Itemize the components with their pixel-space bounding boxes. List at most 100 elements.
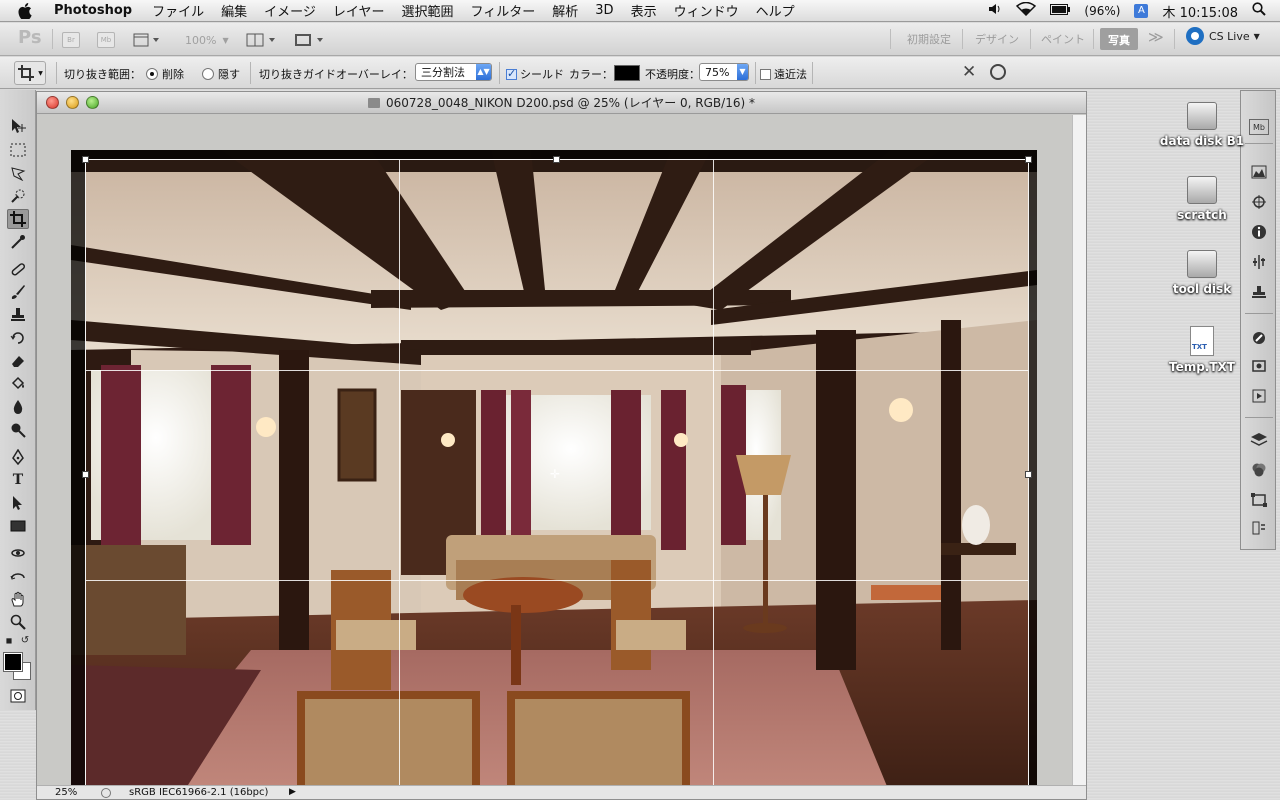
overlay-select[interactable]: 三分割法 ▲▼: [415, 63, 492, 81]
channels-icon[interactable]: [1249, 461, 1269, 479]
arrange-documents-button[interactable]: [246, 29, 278, 51]
3d-rotate-tool-icon[interactable]: [7, 543, 29, 563]
desktop-icon-scratch[interactable]: scratch: [1157, 176, 1247, 222]
swap-colors-icon[interactable]: ↺: [18, 634, 32, 646]
more-workspaces-button[interactable]: ≫: [1148, 28, 1164, 46]
menu-filter[interactable]: フィルター: [471, 1, 536, 20]
workspace-painting[interactable]: ペイント: [1041, 31, 1085, 47]
perspective-checkbox[interactable]: 遠近法: [760, 66, 807, 82]
dodge-tool-icon[interactable]: [7, 420, 29, 440]
healing-brush-tool-icon[interactable]: [7, 259, 29, 279]
shield-color-swatch[interactable]: [614, 65, 640, 81]
crop-handle-top[interactable]: [553, 156, 560, 163]
menu-view[interactable]: 表示: [631, 1, 657, 20]
apple-menu-icon[interactable]: [18, 2, 40, 19]
panel-dock: Mb: [1240, 90, 1276, 550]
zoom-window-button[interactable]: [86, 96, 99, 109]
shield-opacity-field[interactable]: 75% ▼: [699, 63, 749, 81]
clone-source-icon[interactable]: [1249, 283, 1269, 301]
desktop-icon-tool-disk[interactable]: tool disk: [1157, 250, 1247, 296]
tool-preset-picker[interactable]: ▼: [14, 61, 46, 85]
navigator-icon[interactable]: [1249, 193, 1269, 211]
marquee-tool-icon[interactable]: [7, 140, 29, 160]
screen-mode-button[interactable]: [294, 29, 326, 51]
menu-analysis[interactable]: 解析: [552, 1, 578, 20]
paint-bucket-tool-icon[interactable]: [7, 374, 29, 394]
histogram-icon[interactable]: [1249, 163, 1269, 181]
crop-delete-radio[interactable]: 削除: [146, 66, 184, 82]
menubar-clock[interactable]: 木 10:15:08: [1162, 2, 1238, 21]
crop-handle-right[interactable]: [1025, 471, 1032, 478]
path-selection-tool-icon[interactable]: [7, 493, 29, 513]
close-window-button[interactable]: [46, 96, 59, 109]
spotlight-search-icon[interactable]: [1252, 2, 1266, 20]
eraser-tool-icon[interactable]: [7, 351, 29, 371]
rectangle-tool-icon[interactable]: [7, 516, 29, 536]
lasso-tool-icon[interactable]: [7, 163, 29, 183]
menu-app-name[interactable]: Photoshop: [54, 3, 132, 18]
status-zoom-value[interactable]: 25%: [55, 786, 77, 799]
menu-file[interactable]: ファイル: [152, 1, 204, 20]
cancel-crop-icon[interactable]: ✕: [962, 62, 976, 82]
move-tool-icon[interactable]: [7, 116, 29, 136]
battery-icon[interactable]: [1050, 3, 1071, 19]
quick-selection-tool-icon[interactable]: [7, 186, 29, 206]
view-extras-button[interactable]: [133, 29, 159, 51]
bridge-button[interactable]: Br: [62, 32, 80, 48]
crop-bounding-box[interactable]: ✛: [82, 156, 1032, 794]
input-mode-icon[interactable]: A: [1134, 4, 1149, 18]
crop-hide-radio[interactable]: 隠す: [202, 66, 240, 82]
crop-tool-icon[interactable]: [7, 209, 29, 229]
workspace-photography[interactable]: 写真: [1100, 28, 1138, 50]
adjustments-icon[interactable]: [1249, 253, 1269, 271]
layers-icon[interactable]: [1249, 431, 1269, 449]
paths-icon[interactable]: [1249, 491, 1269, 509]
default-colors-icon[interactable]: ◼: [2, 634, 16, 646]
document-title-bar[interactable]: 060728_0048_NIKON D200.psd @ 25% (レイヤー 0…: [37, 92, 1086, 114]
cs-live-button[interactable]: CS Live ▼: [1186, 27, 1260, 45]
zoom-tool-icon[interactable]: [7, 612, 29, 632]
tool-presets-icon[interactable]: [1249, 357, 1269, 375]
vertical-scrollbar[interactable]: [1072, 115, 1086, 787]
history-brush-tool-icon[interactable]: [7, 328, 29, 348]
history-icon[interactable]: [1249, 519, 1269, 537]
workspace-essentials[interactable]: 初期設定: [907, 31, 951, 47]
mini-bridge-panel-icon[interactable]: Mb: [1249, 119, 1269, 135]
zoom-level-select[interactable]: 100% ▼: [185, 29, 229, 51]
type-tool-icon[interactable]: T: [7, 470, 29, 490]
crop-handle-left[interactable]: [82, 471, 89, 478]
brush-tool-icon[interactable]: [7, 282, 29, 302]
quick-mask-icon[interactable]: [7, 686, 29, 706]
menu-edit[interactable]: 編集: [221, 1, 247, 20]
menu-image[interactable]: イメージ: [264, 1, 316, 20]
pen-tool-icon[interactable]: [7, 447, 29, 467]
commit-crop-icon[interactable]: [990, 64, 1006, 80]
minimize-window-button[interactable]: [66, 96, 79, 109]
workspace-design[interactable]: デザイン: [975, 31, 1019, 47]
desktop-icon-temp-txt[interactable]: Temp.TXT: [1157, 326, 1247, 374]
menu-select[interactable]: 選択範囲: [402, 1, 454, 20]
hand-tool-icon[interactable]: [7, 589, 29, 609]
clone-stamp-tool-icon[interactable]: [7, 305, 29, 325]
menu-help[interactable]: ヘルプ: [756, 1, 795, 20]
canvas-area[interactable]: ✛: [37, 115, 1073, 796]
crop-handle-top-right[interactable]: [1025, 156, 1032, 163]
wifi-icon[interactable]: [1016, 1, 1037, 20]
crop-center-icon[interactable]: ✛: [550, 468, 560, 480]
status-menu-arrow-icon[interactable]: ▶: [289, 786, 296, 799]
volume-icon[interactable]: [988, 3, 1002, 19]
brush-presets-icon[interactable]: [1249, 329, 1269, 347]
actions-icon[interactable]: [1249, 387, 1269, 405]
menu-3d[interactable]: 3D: [595, 3, 613, 18]
info-icon[interactable]: [1249, 223, 1269, 241]
blur-tool-icon[interactable]: [7, 397, 29, 417]
menu-layer[interactable]: レイヤー: [333, 1, 385, 20]
eyedropper-tool-icon[interactable]: [7, 232, 29, 252]
mini-bridge-button[interactable]: Mb: [97, 32, 115, 48]
foreground-color-swatch[interactable]: [3, 652, 23, 672]
3d-orbit-tool-icon[interactable]: [7, 566, 29, 586]
crop-handle-top-left[interactable]: [82, 156, 89, 163]
shield-checkbox[interactable]: シールド: [506, 66, 564, 82]
desktop-icon-data-disk[interactable]: data disk B1: [1157, 102, 1247, 148]
menu-window[interactable]: ウィンドウ: [674, 1, 739, 20]
